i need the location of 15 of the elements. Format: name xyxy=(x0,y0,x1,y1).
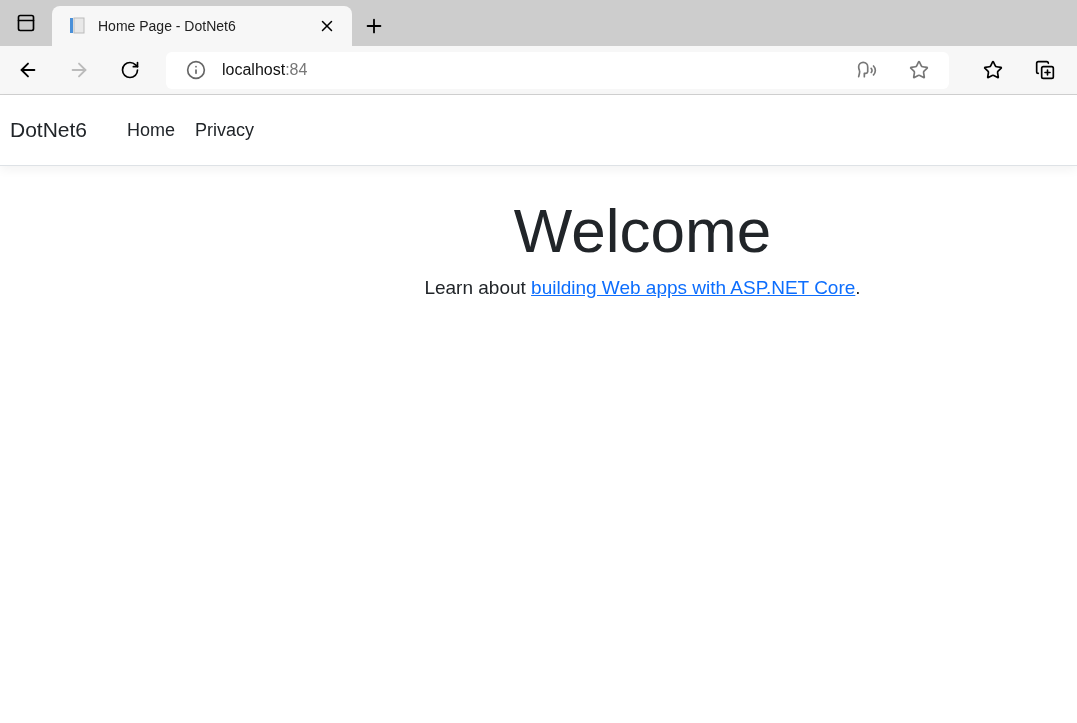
page-icon xyxy=(68,17,86,35)
url-host: localhost xyxy=(222,61,286,78)
intro-text: Learn about building Web apps with ASP.NET Core. xyxy=(424,275,861,300)
browser-tab[interactable]: Home Page - DotNet6 xyxy=(52,6,352,46)
add-favorite-icon[interactable] xyxy=(909,60,929,80)
address-bar[interactable]: localhost:84 xyxy=(166,51,949,89)
nav-link[interactable]: Privacy xyxy=(185,108,265,152)
tab-title: Home Page - DotNet6 xyxy=(98,16,237,36)
info-icon xyxy=(186,60,206,80)
brand-link[interactable]: DotNet6 xyxy=(10,114,88,146)
welcome-heading: Welcome xyxy=(513,195,772,267)
read-aloud-icon[interactable] xyxy=(857,60,877,80)
url-port: :84 xyxy=(285,61,308,78)
docs-link[interactable]: building Web apps with ASP.NET Core xyxy=(531,276,856,298)
nav-link[interactable]: Home xyxy=(117,108,186,152)
